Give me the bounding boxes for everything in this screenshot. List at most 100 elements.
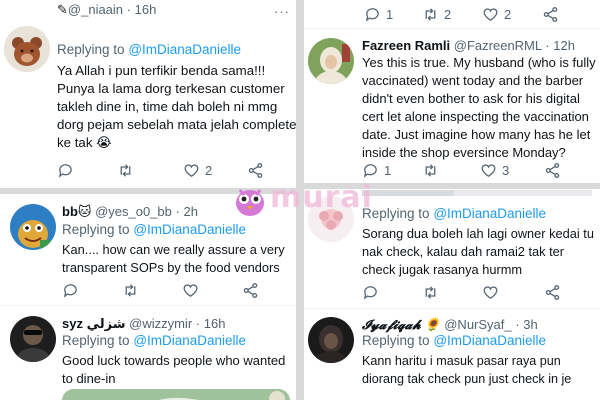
reply-icon bbox=[63, 283, 77, 298]
tweet-line: transparent SOPs by the food vendors bbox=[62, 260, 280, 275]
like-button[interactable] bbox=[182, 280, 199, 300]
retweet-button[interactable] bbox=[117, 160, 134, 180]
retweet-button[interactable] bbox=[422, 282, 439, 302]
like-button[interactable]: 3 bbox=[480, 160, 509, 180]
tweet-line: Sorang dua boleh lah lagi owner kedai tu bbox=[362, 226, 594, 241]
display-name[interactable]: syz bbox=[62, 316, 83, 331]
display-name-arabic[interactable]: شزلي bbox=[87, 316, 126, 331]
more-options-icon[interactable]: ··· bbox=[274, 4, 290, 19]
like-button[interactable] bbox=[482, 282, 499, 302]
tweet-line: Punya la lama dorg terkesan customer bbox=[57, 81, 285, 96]
reply-icon bbox=[365, 7, 379, 22]
timestamp[interactable]: 16h bbox=[204, 316, 226, 331]
share-button[interactable] bbox=[544, 160, 561, 180]
tweet-header: Fazreen Ramli @FazreenRML · 12h bbox=[362, 38, 575, 53]
tweet-header: syz شزلي @wizzymir · 16h bbox=[62, 316, 225, 332]
tweet-wizzymir[interactable]: syz شزلي @wizzymir · 16h Replying to @Im… bbox=[0, 308, 296, 400]
avatar-nursyaf[interactable] bbox=[308, 317, 354, 363]
person-photo-icon bbox=[10, 316, 56, 362]
display-name[interactable]: Fazreen Ramli bbox=[362, 38, 450, 53]
tweet-line: Kann haritu i masuk pasar raya pun bbox=[362, 354, 561, 368]
display-name[interactable]: 𝓘𝔂𝓪𝓯𝓲𝓺𝓪𝓱 🌻 bbox=[362, 317, 441, 332]
share-button[interactable] bbox=[247, 160, 264, 180]
display-name[interactable]: bb🐱 bbox=[62, 204, 91, 219]
retweet-button[interactable] bbox=[122, 280, 139, 300]
reply-button[interactable]: 1 bbox=[362, 160, 391, 180]
share-icon bbox=[248, 162, 263, 178]
timestamp[interactable]: 3h bbox=[523, 317, 537, 332]
reply-to-handle[interactable]: @ImDianaDanielle bbox=[133, 222, 246, 237]
reply-button[interactable] bbox=[57, 160, 74, 180]
avatar-niaain[interactable] bbox=[4, 26, 50, 72]
reply-icon bbox=[58, 163, 72, 178]
replying-to: Replying to @ImDianaDanielle bbox=[62, 333, 246, 348]
timestamp[interactable]: 16h bbox=[135, 2, 157, 17]
tweet-actions bbox=[362, 282, 592, 302]
avatar-wizzymir[interactable] bbox=[10, 316, 56, 362]
retweet-count: 2 bbox=[444, 6, 452, 22]
divider bbox=[0, 188, 296, 194]
retweet-icon bbox=[425, 7, 436, 21]
user-handle[interactable]: @_niaain bbox=[68, 2, 123, 17]
teddy-bear-icon bbox=[4, 26, 50, 72]
like-count: 2 bbox=[205, 162, 213, 178]
reply-to-handle[interactable]: @ImDianaDanielle bbox=[128, 42, 241, 57]
tweet-header: 𝓘𝔂𝓪𝓯𝓲𝓺𝓪𝓱 🌻 @NurSyaf_ · 3h bbox=[362, 317, 538, 333]
replying-to: Replying to @ImDianaDanielle bbox=[57, 42, 241, 57]
divider bbox=[304, 28, 600, 29]
heart-icon bbox=[183, 283, 198, 297]
person-photo-icon bbox=[308, 38, 354, 84]
reply-button[interactable]: 1 bbox=[364, 4, 393, 24]
timestamp[interactable]: 2h bbox=[183, 204, 197, 219]
heart-icon bbox=[483, 285, 498, 299]
tweet-actions: 1 2 2 bbox=[364, 4, 594, 24]
avatar-yes-o0-bb[interactable] bbox=[10, 204, 56, 250]
user-handle[interactable]: @wizzymir bbox=[129, 316, 192, 331]
reply-to-handle[interactable]: @ImDianaDanielle bbox=[133, 333, 246, 348]
share-button[interactable] bbox=[544, 282, 561, 302]
retweet-icon bbox=[125, 283, 136, 297]
retweet-button[interactable] bbox=[422, 160, 439, 180]
tweet-yes-o0-bb[interactable]: bb🐱 @yes_o0_bb · 2h Replying to @ImDiana… bbox=[0, 196, 296, 302]
reply-to-handle[interactable]: @ImDianaDanielle bbox=[433, 206, 546, 221]
tweet-text: Kan.... how can we really assure a very … bbox=[62, 241, 285, 277]
retweet-icon bbox=[120, 163, 131, 177]
reply-prefix: Replying to bbox=[62, 333, 130, 348]
retweet-button[interactable]: 2 bbox=[422, 4, 451, 24]
tweet-fazreenrml[interactable]: Fazreen Ramli @FazreenRML · 12h Yes this… bbox=[304, 32, 600, 182]
tweet-line: Yes this is true. My husband (who is ful… bbox=[362, 55, 596, 70]
share-button[interactable] bbox=[242, 280, 259, 300]
left-panel: ✎@_niaain · 16h ··· Replying to @ImDiana… bbox=[0, 0, 296, 400]
person-photo-icon bbox=[308, 317, 354, 363]
tweet-line: to dine-in bbox=[62, 371, 116, 386]
like-count: 3 bbox=[502, 162, 510, 178]
avatar-fazreenrml[interactable] bbox=[308, 38, 354, 84]
like-button[interactable]: 2 bbox=[183, 160, 212, 180]
tweet-reply-right-2[interactable]: Replying to @ImDianaDanielle Sorang dua … bbox=[304, 190, 600, 308]
reply-prefix: Replying to bbox=[62, 222, 130, 237]
tweet-nursyaf[interactable]: 𝓘𝔂𝓪𝓯𝓲𝓺𝓪𝓱 🌻 @NurSyaf_ · 3h Replying to @I… bbox=[304, 311, 600, 400]
tweet-niaain[interactable]: ✎@_niaain · 16h ··· Replying to @ImDiana… bbox=[0, 0, 296, 185]
tweet-text: Good luck towards people who wanted to d… bbox=[62, 352, 285, 388]
reply-to-handle[interactable]: @ImDianaDanielle bbox=[433, 333, 546, 348]
timestamp[interactable]: 12h bbox=[553, 38, 575, 53]
tweet-line: takleh dine in, time dah boleh ni mmg bbox=[57, 99, 278, 114]
retweet-icon bbox=[425, 163, 436, 177]
reply-button[interactable] bbox=[362, 282, 379, 302]
share-button[interactable] bbox=[542, 4, 559, 24]
reply-button[interactable] bbox=[62, 280, 79, 300]
media-preview[interactable] bbox=[62, 389, 290, 400]
reply-icon bbox=[363, 163, 377, 178]
separator-dot: · bbox=[126, 2, 131, 17]
user-handle[interactable]: @NurSyaf_ bbox=[444, 317, 511, 332]
replying-to: Replying to @ImDianaDanielle bbox=[362, 206, 546, 221]
user-handle[interactable]: @yes_o0_bb bbox=[95, 204, 172, 219]
divider bbox=[304, 308, 600, 309]
avatar-reply-right-2[interactable] bbox=[308, 196, 354, 242]
tweet-text: Ya Allah i pun terfikir benda sama!!! Pu… bbox=[57, 62, 296, 152]
reply-prefix: Replying to bbox=[362, 206, 430, 221]
right-panel: 1 2 2 Fazreen Ramli @FazreenRML · 12h Ye… bbox=[304, 0, 600, 400]
user-handle[interactable]: @FazreenRML bbox=[454, 38, 542, 53]
tweet-line: vaccinated) went today and the barber bbox=[362, 73, 584, 88]
like-button[interactable]: 2 bbox=[482, 4, 511, 24]
